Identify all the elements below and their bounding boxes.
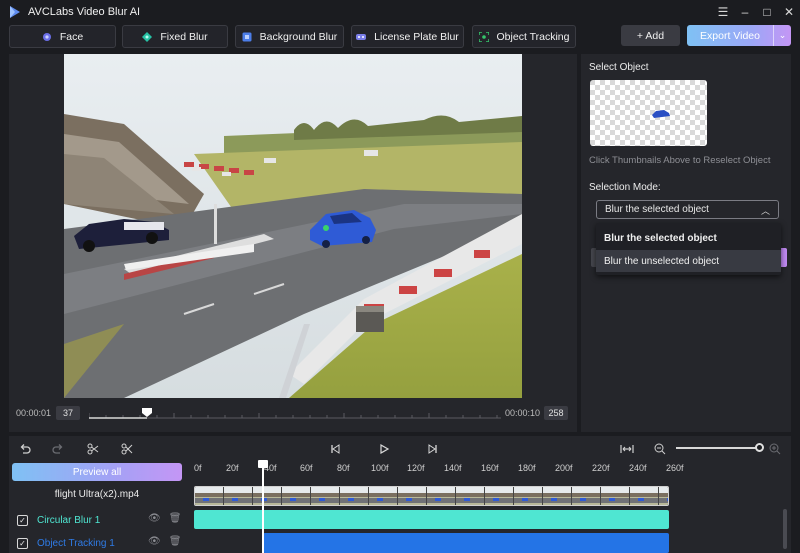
close-icon[interactable]: ✕ [778, 0, 800, 24]
layer-label: Circular Blur 1 [37, 514, 101, 526]
fixed-blur-icon [142, 31, 153, 42]
export-video-button[interactable]: Export Video ⌄ [687, 25, 791, 46]
tick-label: 180f [518, 463, 536, 473]
current-frame-input[interactable]: 37 [56, 406, 80, 420]
layer-circular-blur[interactable]: ✓ Circular Blur 1 [17, 513, 100, 527]
tick-label: 240f [629, 463, 647, 473]
maximize-icon[interactable]: □ [756, 0, 778, 24]
tab-face-label: Face [59, 30, 84, 43]
end-time: 00:00:10 [505, 408, 541, 418]
tick-label: 220f [592, 463, 610, 473]
tick-label: 20f [226, 463, 239, 473]
delete-icon[interactable]: 🗑 [169, 536, 182, 550]
face-icon [42, 32, 52, 42]
undo-icon[interactable] [18, 442, 32, 456]
prev-frame-icon[interactable] [328, 442, 342, 456]
tick-label: 140f [444, 463, 462, 473]
split-icon[interactable] [86, 442, 100, 456]
zoom-slider-track[interactable] [676, 447, 760, 449]
tab-license-plate-blur[interactable]: License Plate Blur [351, 25, 464, 48]
zoom-in-icon[interactable] [768, 442, 782, 456]
current-time: 00:00:01 [16, 408, 52, 418]
tab-face[interactable]: Face [9, 25, 116, 48]
selection-mode-value: Blur the selected object [605, 204, 709, 215]
selection-mode-label: Selection Mode: [589, 182, 661, 193]
app-logo-icon [10, 6, 20, 18]
tab-license-plate-label: License Plate Blur [374, 30, 459, 43]
redo-icon[interactable] [51, 442, 65, 456]
object-tracking-track[interactable] [263, 533, 669, 553]
tick-label: 0f [194, 463, 202, 473]
tab-object-tracking[interactable]: Object Tracking [472, 25, 576, 48]
fit-icon[interactable] [620, 442, 634, 456]
hidden-control-accent [781, 248, 787, 267]
title-bar: AVCLabs Video Blur AI ☰ – □ ✕ [0, 0, 800, 24]
scrubber-handle [142, 408, 152, 417]
layer-checkbox[interactable]: ✓ [17, 537, 28, 549]
circular-blur-track[interactable] [194, 510, 669, 529]
timeline-playhead[interactable] [262, 460, 264, 553]
playhead-handle[interactable] [258, 460, 268, 468]
zoom-out-icon[interactable] [653, 442, 667, 456]
object-thumbnail[interactable] [590, 80, 707, 146]
tab-fixed-blur-label: Fixed Blur [160, 30, 208, 43]
preview-timebar: 00:00:01 37 00:00:10 258 [9, 406, 577, 422]
timeline-tracks[interactable]: 0f 20f 40f 60f 80f 100f 120f 140f 160f 1… [194, 460, 791, 553]
selection-mode-select[interactable]: Blur the selected object ︿ [596, 200, 779, 219]
add-button[interactable]: + Add [621, 25, 680, 46]
tick-label: 100f [371, 463, 389, 473]
timeline-scrollbar[interactable] [783, 509, 787, 549]
menu-icon[interactable]: ☰ [712, 0, 734, 24]
layer-checkbox[interactable]: ✓ [17, 514, 28, 526]
video-frame[interactable] [64, 54, 522, 398]
tick-label: 160f [481, 463, 499, 473]
video-filmstrip[interactable] [194, 486, 669, 506]
tick-label: 200f [555, 463, 573, 473]
tool-tabs: Face Fixed Blur Background Blur License … [0, 25, 800, 49]
layer-label: Object Tracking 1 [37, 537, 115, 549]
track-list: flight Ultra(x2).mp4 ✓ Circular Blur 1 👁… [9, 484, 189, 553]
tab-background-blur[interactable]: Background Blur [235, 25, 344, 48]
zoom-slider-handle[interactable] [755, 443, 764, 452]
option-blur-selected[interactable]: Blur the selected object [596, 227, 781, 249]
chevron-up-icon: ︿ [760, 206, 770, 216]
layer-object-tracking[interactable]: ✓ Object Tracking 1 [17, 536, 115, 550]
timeline-panel: Preview all flight Ultra(x2).mp4 ✓ Circu… [9, 436, 791, 553]
preview-scrubber[interactable] [89, 408, 501, 420]
layer-actions: 👁 🗑 [148, 536, 181, 550]
object-tracking-icon [477, 30, 490, 43]
app-window: AVCLabs Video Blur AI ☰ – □ ✕ Face Fixed… [0, 0, 800, 553]
window-controls: ☰ – □ ✕ [712, 0, 800, 24]
tick-label: 120f [407, 463, 425, 473]
select-object-title: Select Object [589, 62, 649, 73]
reselect-hint: Click Thumbnails Above to Reselect Objec… [589, 155, 771, 166]
tab-background-blur-label: Background Blur [259, 30, 338, 43]
tab-object-tracking-label: Object Tracking [496, 30, 570, 43]
visibility-off-icon[interactable]: 👁 [148, 536, 161, 550]
delete-icon[interactable]: 🗑 [169, 513, 182, 527]
export-video-label: Export Video [700, 29, 760, 42]
background-blur-icon [242, 32, 252, 42]
tick-label: 260f [666, 463, 684, 473]
play-icon[interactable] [377, 442, 391, 456]
visibility-off-icon[interactable]: 👁 [148, 513, 161, 527]
settings-panel: Select Object Click Thumbnails Above to … [581, 54, 791, 432]
cut-icon[interactable] [120, 442, 134, 456]
layer-actions: 👁 🗑 [148, 513, 181, 527]
tab-fixed-blur[interactable]: Fixed Blur [122, 25, 228, 48]
app-title: AVCLabs Video Blur AI [28, 6, 141, 18]
chevron-down-icon[interactable]: ⌄ [774, 30, 791, 41]
preview-all-button[interactable]: Preview all [12, 463, 182, 481]
total-frames: 258 [544, 406, 568, 420]
selection-mode-dropdown: Blur the selected object Blur the unsele… [596, 223, 781, 275]
source-file-name: flight Ultra(x2).mp4 [54, 489, 140, 500]
minimize-icon[interactable]: – [734, 0, 756, 24]
video-preview-panel: 00:00:01 37 00:00:10 258 [9, 54, 577, 432]
next-frame-icon[interactable] [426, 442, 440, 456]
license-plate-icon [356, 32, 367, 42]
tick-label: 60f [300, 463, 313, 473]
tick-label: 80f [337, 463, 350, 473]
option-blur-unselected[interactable]: Blur the unselected object [596, 250, 781, 272]
